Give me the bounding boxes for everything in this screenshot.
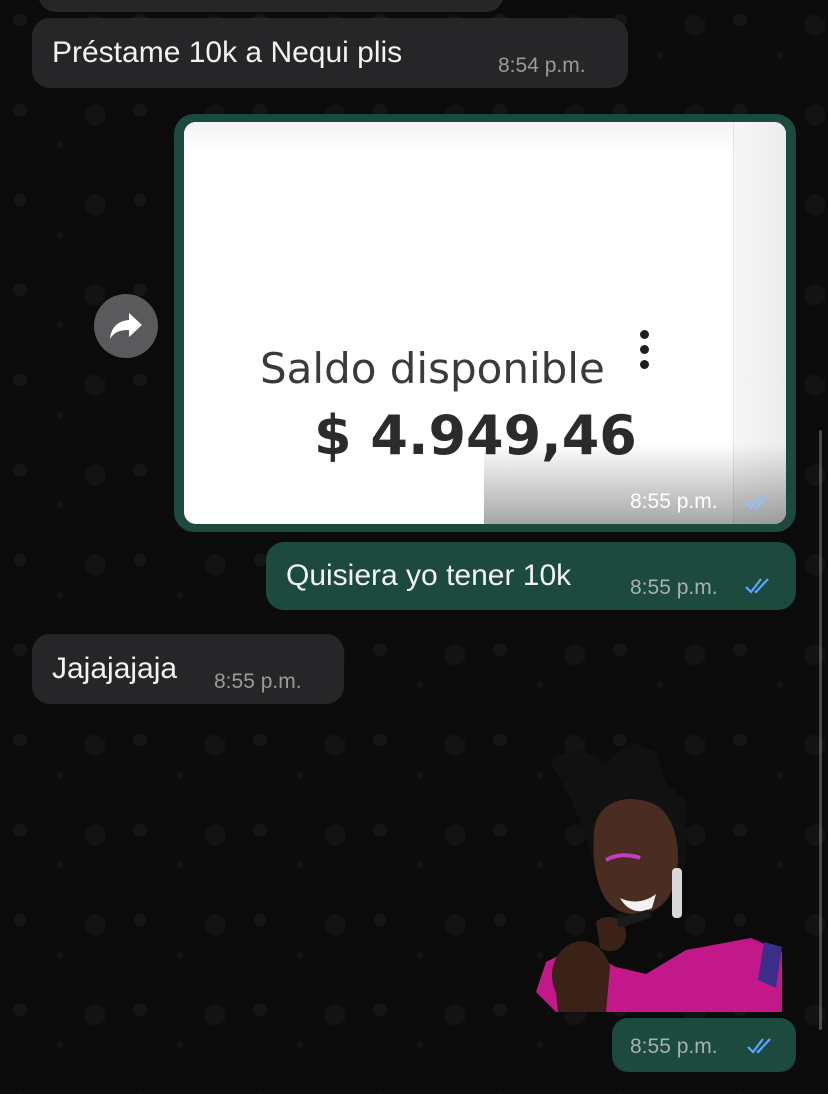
message-time: 8:55 p.m.	[214, 670, 302, 693]
message-time: 8:55 p.m.	[630, 1035, 718, 1058]
outgoing-message[interactable]: Quisiera yo tener 10k 8:55 p.m.	[266, 542, 796, 610]
vertical-dots-icon	[638, 330, 650, 374]
forward-button[interactable]	[94, 294, 158, 358]
message-time: 8:55 p.m.	[630, 576, 718, 599]
double-check-icon	[745, 578, 769, 594]
screenshot-image[interactable]: Saldo disponible $ 4.949,46	[184, 122, 786, 524]
message-text: Quisiera yo tener 10k	[286, 559, 572, 592]
sticker-image[interactable]	[536, 742, 782, 1012]
sticker-person-image	[536, 742, 782, 1012]
message-text: Préstame 10k a Nequi plis	[52, 36, 403, 69]
incoming-message[interactable]: Préstame 10k a Nequi plis 8:54 p.m.	[32, 18, 628, 88]
forward-arrow-icon	[110, 313, 142, 339]
double-check-icon	[745, 494, 769, 510]
scrollbar[interactable]	[819, 430, 822, 1030]
balance-label: Saldo disponible	[260, 344, 605, 393]
sticker-time-bubble[interactable]: 8:55 p.m.	[612, 1018, 796, 1072]
message-text: Jajajajaja	[52, 652, 178, 685]
incoming-message[interactable]: Jajajajaja 8:55 p.m.	[32, 634, 344, 704]
image-message[interactable]: Saldo disponible $ 4.949,46 8:55 p.m.	[174, 114, 796, 532]
previous-message-bubble[interactable]	[38, 0, 504, 12]
message-time: 8:54 p.m.	[498, 54, 586, 77]
double-check-icon	[747, 1038, 771, 1054]
message-time: 8:55 p.m.	[630, 490, 718, 513]
